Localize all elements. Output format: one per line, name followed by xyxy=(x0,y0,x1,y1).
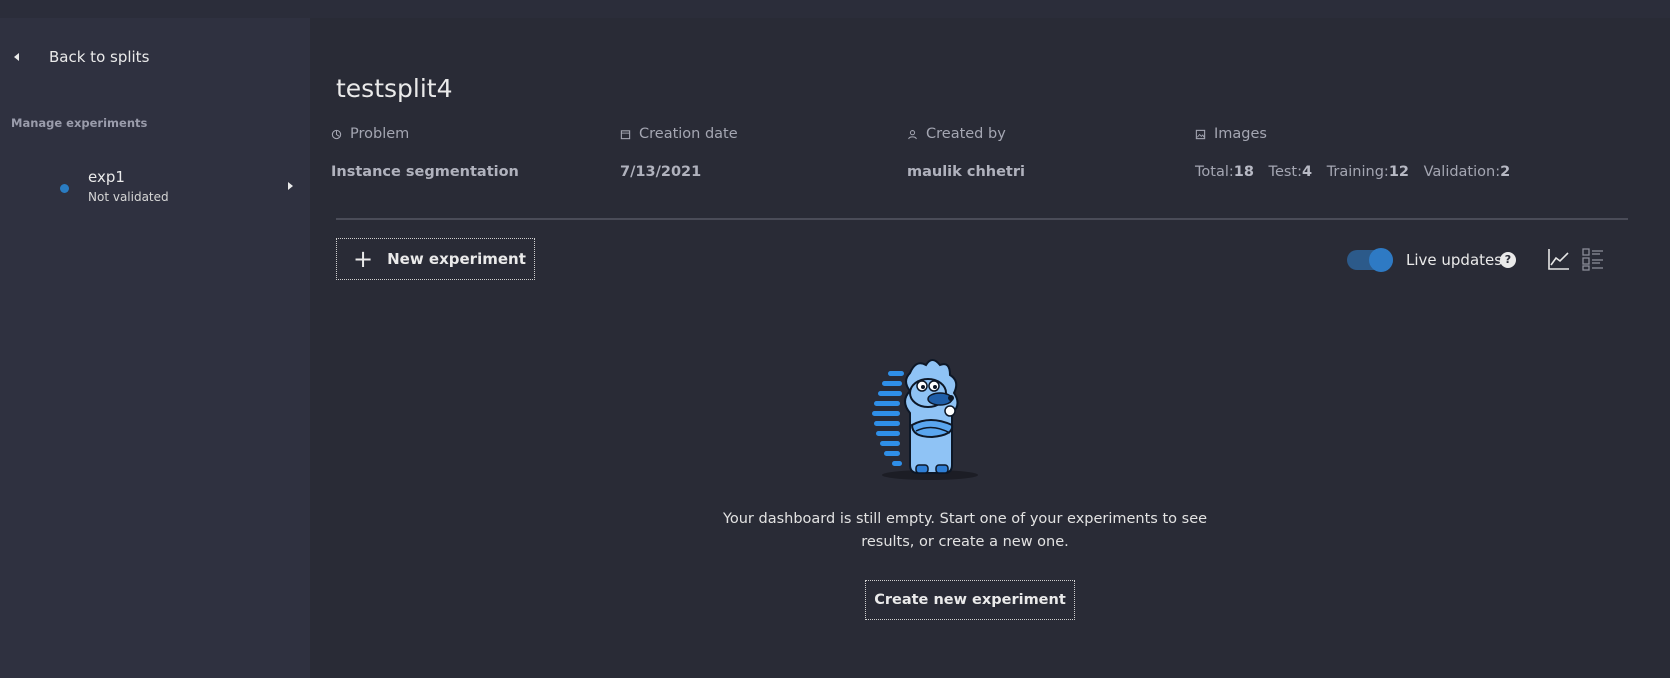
meta-problem: Problem Instance segmentation xyxy=(331,126,519,180)
chart-view-icon[interactable] xyxy=(1546,246,1572,272)
images-counts: Total:18 Test:4 Training:12 Validation:2 xyxy=(1195,164,1510,180)
experiment-name: exp1 xyxy=(88,168,125,186)
images-label: Images xyxy=(1214,126,1267,142)
creator-value: maulik chhetri xyxy=(907,164,1025,180)
problem-icon xyxy=(331,129,342,139)
total-label: Total: xyxy=(1195,164,1234,180)
live-updates-label: Live updates xyxy=(1406,251,1503,269)
training-count: 12 xyxy=(1388,164,1409,180)
new-experiment-button[interactable]: + New experiment xyxy=(336,238,535,280)
user-icon xyxy=(908,129,917,139)
calendar-icon xyxy=(620,129,631,139)
creator-label: Created by xyxy=(926,126,1006,142)
manage-experiments-title: Manage experiments xyxy=(11,116,148,130)
live-updates-toggle[interactable] xyxy=(1347,248,1393,272)
sidebar-item-exp1[interactable]: exp1 Not validated xyxy=(0,148,310,204)
meta-creation-date: Creation date 7/13/2021 xyxy=(620,126,738,180)
meta-images: Images Total:18 Test:4 Training:12 Valid… xyxy=(1195,126,1510,180)
chevron-right-icon xyxy=(288,182,293,190)
creation-label: Creation date xyxy=(639,126,738,142)
validation-label: Validation: xyxy=(1423,164,1501,180)
back-to-splits-link[interactable]: Back to splits xyxy=(14,48,149,66)
main-content: testsplit4 Problem Instance segmentation… xyxy=(310,18,1670,678)
page-title: testsplit4 xyxy=(336,74,453,103)
back-label: Back to splits xyxy=(49,48,150,66)
new-experiment-label: New experiment xyxy=(387,250,526,268)
meta-created-by: Created by maulik chhetri xyxy=(907,126,1025,180)
plus-icon: + xyxy=(353,245,374,273)
back-arrow-icon xyxy=(14,53,19,61)
toggle-knob xyxy=(1369,248,1393,272)
help-icon[interactable]: ? xyxy=(1500,252,1516,268)
divider xyxy=(336,218,1628,220)
total-count: 18 xyxy=(1233,164,1254,180)
image-icon xyxy=(1195,129,1206,139)
validation-count: 2 xyxy=(1500,164,1511,180)
test-label: Test: xyxy=(1268,164,1302,180)
create-new-experiment-button[interactable]: Create new experiment xyxy=(865,580,1075,620)
sidebar: Back to splits Manage experiments exp1 N… xyxy=(0,18,310,678)
problem-value: Instance segmentation xyxy=(331,164,519,180)
problem-label: Problem xyxy=(350,126,410,142)
list-view-icon[interactable] xyxy=(1580,246,1606,272)
mascot-illustration xyxy=(872,359,978,480)
training-label: Training: xyxy=(1326,164,1389,180)
status-dot-icon xyxy=(60,184,69,193)
empty-state-message: Your dashboard is still empty. Start one… xyxy=(722,511,1208,550)
top-bar xyxy=(0,0,1670,18)
test-count: 4 xyxy=(1302,164,1313,180)
creation-value: 7/13/2021 xyxy=(620,164,702,180)
experiment-status: Not validated xyxy=(88,190,169,204)
